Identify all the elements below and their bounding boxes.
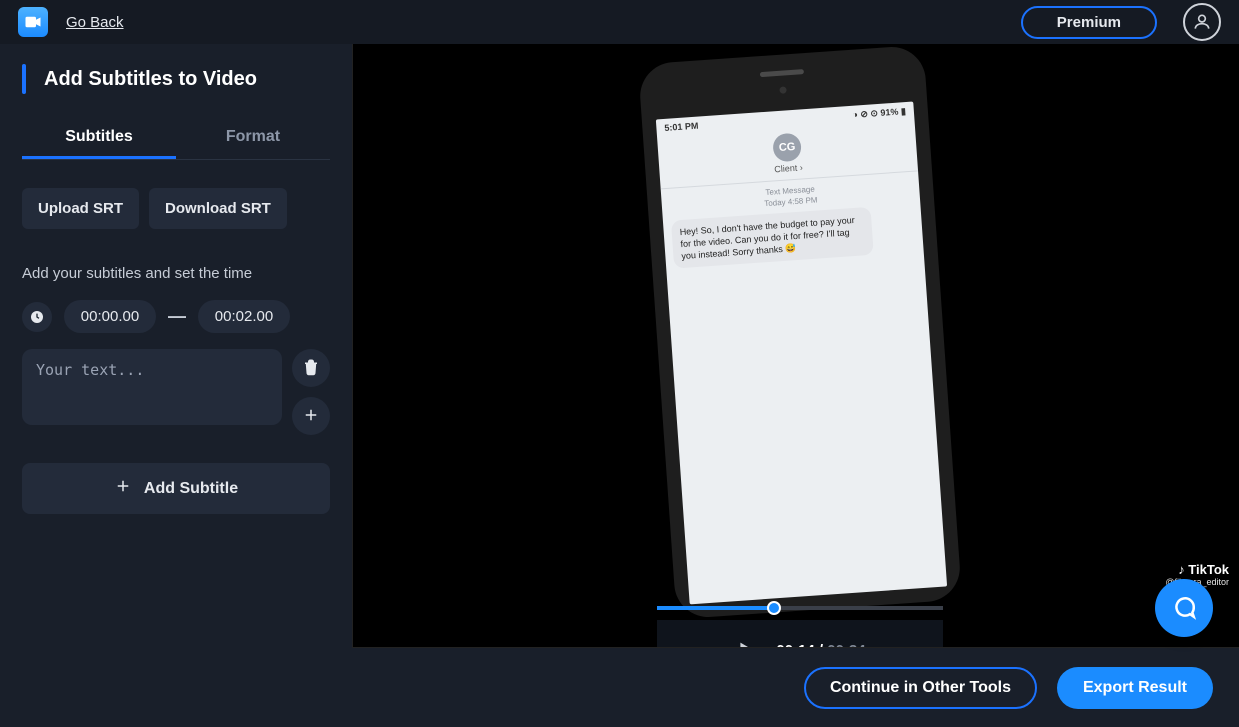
phone-camera [779,86,786,93]
video-area: 5:01 PM ◑ ⊘ ⊙ 91% ▮ CG Client › Text Mes… [352,44,1239,647]
tabs: Subtitles Format [22,118,330,160]
tab-subtitles[interactable]: Subtitles [22,118,176,159]
tab-format[interactable]: Format [176,118,330,159]
phone-speaker [760,69,804,77]
chat-message-bubble: Hey! So, I don't have the budget to pay … [671,207,874,269]
sidebar: Add Subtitles to Video Subtitles Format … [0,44,352,727]
continue-other-tools-button[interactable]: Continue in Other Tools [804,667,1037,709]
time-row: — [22,300,330,333]
chat-contact-name: Client › [774,162,803,174]
subtitle-helper-text: Add your subtitles and set the time [22,265,330,282]
export-result-button[interactable]: Export Result [1057,667,1213,709]
upload-srt-button[interactable]: Upload SRT [22,188,139,229]
account-avatar[interactable] [1183,3,1221,41]
topbar: Go Back Premium [0,0,1239,44]
phone-status-right: ◑ ⊘ ⊙ 91% ▮ [852,106,906,121]
page-title: Add Subtitles to Video [44,68,257,91]
trash-icon [302,358,320,379]
phone-status-time: 5:01 PM [664,121,699,134]
add-subtitle-button[interactable]: Add Subtitle [22,463,330,514]
go-back-link[interactable]: Go Back [66,14,124,31]
chat-icon [1171,594,1197,623]
bottombar: Continue in Other Tools Export Result [352,647,1239,727]
video-progress-knob[interactable] [767,601,781,615]
time-dash: — [168,306,186,327]
title-accent [22,64,26,94]
time-end-input[interactable] [198,300,290,333]
clock-icon [22,302,52,332]
plus-icon [114,477,132,500]
video-progress-fill [657,606,774,610]
help-chat-button[interactable] [1155,579,1213,637]
subtitle-text-input[interactable] [22,349,282,425]
phone-screen: 5:01 PM ◑ ⊘ ⊙ 91% ▮ CG Client › Text Mes… [656,102,947,605]
phone-mockup: 5:01 PM ◑ ⊘ ⊙ 91% ▮ CG Client › Text Mes… [638,45,962,620]
chat-avatar: CG [772,133,802,163]
watermark-brand: ♪ TikTok [945,562,1229,577]
app-logo[interactable] [18,7,48,37]
premium-button[interactable]: Premium [1021,6,1157,39]
add-subtitle-row-button[interactable] [292,397,330,435]
delete-subtitle-button[interactable] [292,349,330,387]
add-subtitle-label: Add Subtitle [144,480,238,498]
video-progress-track[interactable] [657,606,943,610]
download-srt-button[interactable]: Download SRT [149,188,287,229]
time-start-input[interactable] [64,300,156,333]
plus-icon [302,406,320,427]
